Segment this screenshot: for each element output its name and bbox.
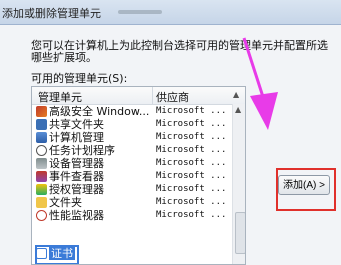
magenta-arrow-annotation (242, 37, 278, 130)
